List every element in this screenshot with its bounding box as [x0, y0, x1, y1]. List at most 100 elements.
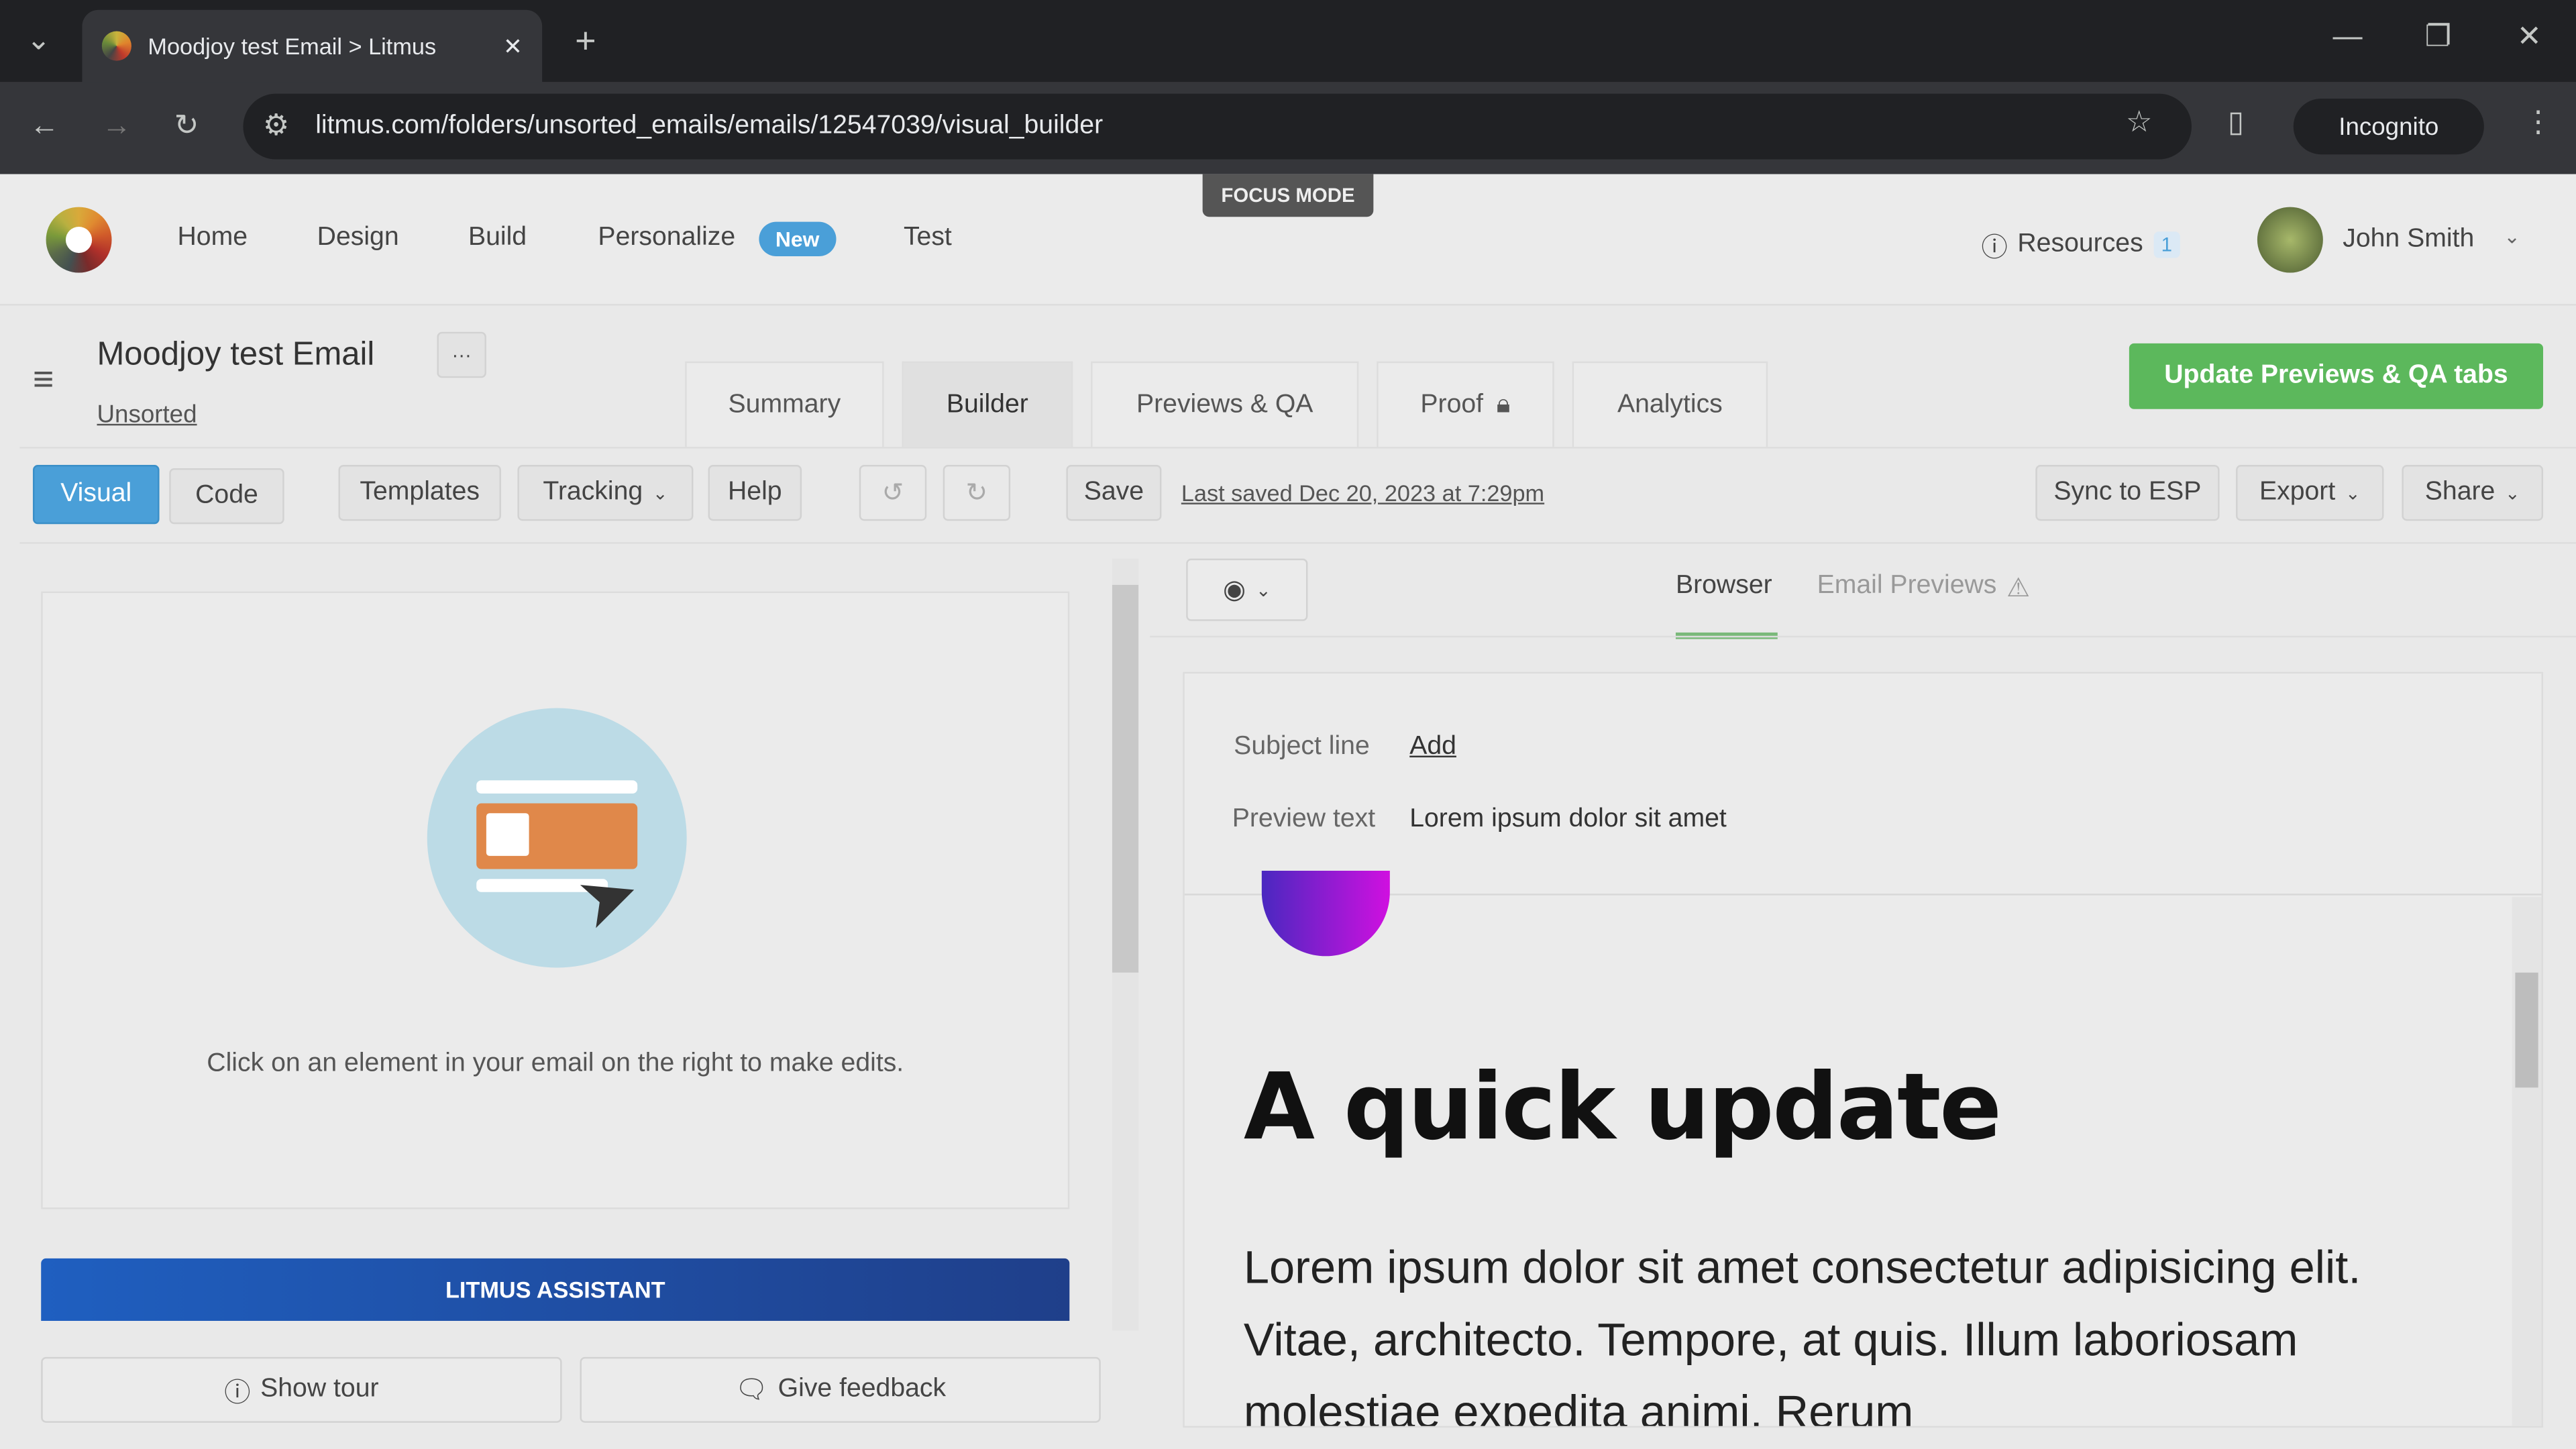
subject-add-link[interactable]: Add [1409, 733, 1456, 762]
resources-count: 1 [2153, 231, 2181, 258]
sync-to-esp-button[interactable]: Sync to ESP [2035, 465, 2220, 521]
feedback-label: Give feedback [777, 1375, 947, 1403]
preview-text-value[interactable]: Lorem ipsum dolor sit amet [1409, 805, 1727, 835]
email-title: Moodjoy test Email [97, 337, 375, 373]
tab-search-icon[interactable]: ⌄ [26, 23, 51, 57]
url-bar[interactable]: litmus.com/folders/unsorted_emails/email… [243, 93, 2192, 160]
litmus-assistant-header[interactable]: LITMUS ASSISTANT [41, 1258, 1070, 1321]
comment-icon: 🗨︎ [735, 1377, 768, 1405]
divider [19, 447, 2576, 449]
show-tour-label: Show tour [260, 1375, 379, 1403]
divider [19, 542, 2576, 544]
export-dropdown[interactable]: Export ⌄ [2236, 465, 2384, 521]
moodjoy-logo [1261, 870, 1390, 957]
undo-icon: ↺ [881, 480, 904, 508]
sync-label: Sync to ESP [2053, 478, 2202, 506]
tracking-label: Tracking [543, 478, 643, 506]
update-previews-button[interactable]: Update Previews & QA tabs [2129, 343, 2544, 409]
back-icon[interactable]: ← [30, 109, 59, 143]
new-tab-icon[interactable]: + [575, 19, 596, 62]
side-panel-icon[interactable]: ▯ [2228, 105, 2244, 140]
tab-builder[interactable]: Builder [902, 361, 1073, 447]
url-text: litmus.com/folders/unsorted_emails/email… [315, 111, 1104, 140]
view-options-dropdown[interactable]: ◉ ⌄ [1186, 558, 1308, 621]
tab-label: Proof [1420, 390, 1484, 419]
nav-design[interactable]: Design [317, 223, 399, 253]
subject-line-label: Subject line [1234, 733, 1370, 761]
tab-label: Builder [946, 390, 1028, 419]
redo-icon: ↻ [965, 480, 988, 508]
divider [1150, 635, 2576, 638]
chevron-down-icon: ⌄ [1255, 580, 1271, 601]
last-saved-link[interactable]: Last saved Dec 20, 2023 at 7:29pm [1181, 480, 1544, 506]
close-tab-icon[interactable]: ✕ [503, 32, 523, 60]
tab-previews-qa[interactable]: Previews & QA [1091, 361, 1359, 447]
edit-hint-text: Click on an element in your email on the… [207, 1049, 904, 1078]
litmus-logo[interactable] [46, 207, 112, 273]
reload-icon[interactable]: ↻ [174, 109, 199, 143]
export-label: Export [2259, 478, 2336, 506]
nav-build[interactable]: Build [468, 223, 527, 253]
focus-mode-label: FOCUS MODE [1221, 184, 1355, 207]
chrome-menu-icon[interactable]: ⋮ [2524, 105, 2553, 140]
avatar[interactable] [2257, 207, 2323, 273]
user-name[interactable]: John Smith [2343, 225, 2474, 255]
folder-link[interactable]: Unsorted [97, 401, 197, 429]
chevron-down-icon: ⌄ [2345, 484, 2361, 504]
tab-analytics[interactable]: Analytics [1572, 361, 1768, 447]
tab-proof[interactable]: Proof 🔒︎ [1377, 361, 1554, 447]
preview-scrollbar[interactable] [2512, 897, 2542, 1426]
tab-label: Previews & QA [1136, 390, 1313, 419]
minimize-icon[interactable]: — [2333, 19, 2363, 54]
redo-button[interactable]: ↻ [943, 465, 1011, 521]
forward-icon[interactable]: → [102, 109, 131, 143]
email-heading[interactable]: A quick update [1244, 1055, 2002, 1161]
visual-mode-button[interactable]: Visual [32, 465, 160, 525]
help-circle-icon: ⓘ [224, 1380, 251, 1408]
tab-label: Analytics [1617, 390, 1723, 419]
nav-home[interactable]: Home [177, 223, 248, 253]
site-settings-icon[interactable]: ⚙ [263, 109, 290, 143]
save-button[interactable]: Save [1066, 465, 1162, 521]
show-tour-button[interactable]: ⓘ Show tour [41, 1356, 562, 1423]
resources-label: Resources [2017, 229, 2143, 258]
bookmark-star-icon[interactable]: ☆ [2126, 105, 2153, 140]
more-options-button[interactable]: ··· [437, 331, 486, 378]
nav-personalize[interactable]: Personalize [598, 223, 735, 253]
give-feedback-button[interactable]: 🗨︎ Give feedback [580, 1356, 1101, 1423]
code-label: Code [195, 481, 258, 510]
email-body-text[interactable]: Lorem ipsum dolor sit amet consectetur a… [1244, 1232, 2426, 1426]
tab-title: Moodjoy test Email > Litmus [148, 32, 437, 60]
update-label: Update Previews & QA tabs [2164, 361, 2508, 390]
save-label: Save [1083, 478, 1144, 506]
left-scrollbar[interactable] [1112, 558, 1139, 1331]
browser-tab[interactable]: Moodjoy test Email > Litmus ✕ [82, 9, 543, 83]
tab-label: Summary [728, 390, 841, 419]
share-label: Share [2424, 478, 2496, 506]
assistant-label: LITMUS ASSISTANT [445, 1276, 665, 1303]
visual-label: Visual [60, 480, 132, 508]
chevron-down-icon[interactable]: ⌄ [2504, 225, 2520, 248]
undo-button[interactable]: ↺ [859, 465, 927, 521]
incognito-badge[interactable]: Incognito [2293, 98, 2484, 155]
more-label: ··· [451, 343, 472, 367]
close-window-icon[interactable]: ✕ [2517, 19, 2542, 54]
illustration-image: ➤ [427, 708, 687, 968]
tab-label: Email Previews [1817, 572, 1997, 600]
warning-icon: ⚠ [2006, 575, 2031, 603]
nav-test[interactable]: Test [904, 223, 952, 253]
tracking-dropdown[interactable]: Tracking ⌄ [517, 465, 694, 521]
help-button[interactable]: Help [708, 465, 802, 521]
tab-summary[interactable]: Summary [685, 361, 884, 447]
tab-browser[interactable]: Browser [1676, 572, 1772, 601]
share-dropdown[interactable]: Share ⌄ [2402, 465, 2544, 521]
code-mode-button[interactable]: Code [169, 468, 284, 525]
focus-mode-button[interactable]: FOCUS MODE [1202, 174, 1374, 217]
tab-email-previews[interactable]: Email Previews ⚠ [1817, 572, 2031, 604]
email-preview-frame: Subject line Add Preview text Lorem ipsu… [1183, 672, 2544, 1428]
restore-icon[interactable]: ❐ [2425, 19, 2452, 54]
resources-button[interactable]: ⓘ Resources 1 [1981, 225, 2181, 265]
templates-button[interactable]: Templates [338, 465, 501, 521]
new-badge: New [759, 221, 836, 257]
sidebar-toggle-icon[interactable]: ≡ [33, 358, 54, 401]
